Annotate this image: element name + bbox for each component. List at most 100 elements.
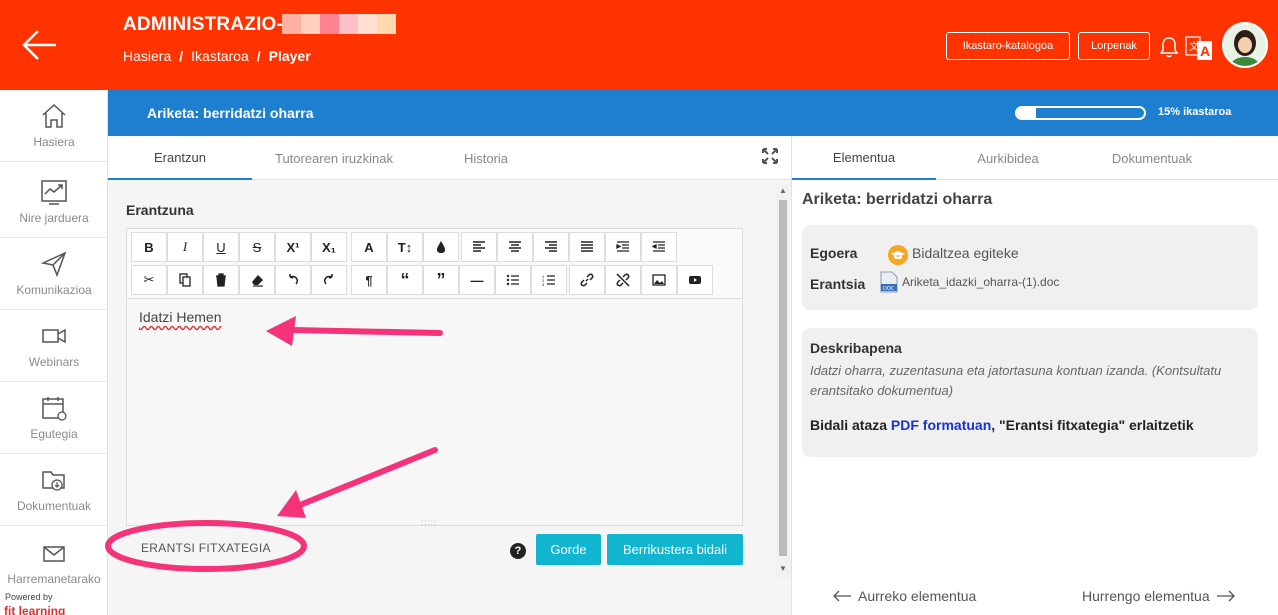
align-center-button[interactable] — [497, 232, 533, 262]
answer-panel: Erantzun Tutorearen iruzkinak Historia E… — [108, 136, 791, 615]
redacted-block — [377, 14, 396, 34]
description-text: Idatzi oharra, zuzentasuna eta jatortasu… — [810, 363, 1222, 398]
sidebar-item-calendar[interactable]: Egutegia — [0, 382, 108, 454]
bullet-list-button[interactable] — [495, 265, 531, 295]
delete-button[interactable] — [203, 265, 239, 295]
save-button[interactable]: Gorde — [536, 534, 601, 565]
scrollbar[interactable]: ▲ ▼ — [776, 184, 790, 578]
numbered-list-button[interactable]: 123 — [531, 265, 567, 295]
element-tabs: Elementua Aurkibidea Dokumentuak — [792, 136, 1278, 180]
exercise-title: Ariketa: berridatzi oharra — [147, 105, 314, 121]
tab-answer[interactable]: Erantzun — [108, 136, 252, 180]
folder-icon — [42, 471, 65, 491]
link-button[interactable] — [569, 265, 605, 295]
link-icon — [580, 273, 594, 287]
blockquote-button[interactable]: “ — [387, 265, 423, 295]
superscript-button[interactable]: X¹ — [275, 232, 311, 262]
bullet-list-icon — [506, 274, 519, 286]
tab-element[interactable]: Elementua — [792, 136, 936, 180]
tab-tutor-comments[interactable]: Tutorearen iruzkinak — [252, 136, 416, 180]
highlight-button[interactable] — [423, 232, 459, 262]
bell-icon[interactable] — [1159, 36, 1179, 58]
sidebar-item-activity[interactable]: Nire jarduera — [0, 166, 108, 238]
send-icon — [40, 251, 67, 278]
scroll-thumb[interactable] — [779, 200, 787, 556]
bold-button[interactable]: B — [131, 232, 167, 262]
help-icon[interactable]: ? — [510, 543, 526, 559]
strikethrough-button[interactable]: S — [239, 232, 275, 262]
scroll-down-icon[interactable]: ▼ — [779, 564, 787, 573]
align-left-icon — [473, 241, 485, 252]
graduation-cap-icon — [888, 245, 908, 265]
font-color-button[interactable]: A — [351, 232, 387, 262]
redacted-block — [320, 14, 339, 34]
cut-button[interactable]: ✂ — [131, 265, 167, 295]
top-header: ADMINISTRAZIO- Hasiera / Ikastaroa / Pla… — [0, 0, 1278, 90]
resize-handle[interactable]: ::::: — [421, 518, 437, 527]
cap-glyph-icon — [891, 251, 905, 260]
quote-close-button[interactable]: ” — [423, 265, 459, 295]
expand-icon[interactable] — [762, 148, 778, 164]
subscript-button[interactable]: X₁ — [311, 232, 347, 262]
svg-text:A: A — [1200, 43, 1210, 59]
redacted-block — [358, 14, 377, 34]
next-element-button[interactable]: Hurrengo elementua — [1082, 588, 1236, 604]
outdent-icon — [652, 241, 665, 252]
course-progress-bar — [1015, 106, 1146, 120]
attachment-file-link[interactable]: Ariketa_idazki_oharra-(1).doc — [902, 275, 1059, 289]
editor-content[interactable]: Idatzi Hemen — [139, 309, 221, 325]
horizontal-rule-button[interactable]: — — [459, 265, 495, 295]
image-button[interactable] — [641, 265, 677, 295]
status-value: Bidaltzea egiteke — [912, 245, 1019, 261]
tab-history[interactable]: Historia — [416, 136, 556, 180]
italic-button[interactable]: I — [167, 232, 203, 262]
unlink-button[interactable] — [605, 265, 641, 295]
answer-tabs: Erantzun Tutorearen iruzkinak Historia — [108, 136, 791, 180]
description-card: Deskribapena Idatzi oharra, zuzentasuna … — [802, 328, 1258, 457]
sidebar-item-documents[interactable]: Dokumentuak — [0, 454, 108, 526]
indent-icon — [616, 241, 629, 252]
instruction-prefix: Bidali ataza — [810, 417, 891, 433]
copy-button[interactable] — [167, 265, 203, 295]
breadcrumb-course[interactable]: Ikastaroa — [191, 48, 249, 64]
breadcrumb-home[interactable]: Hasiera — [123, 48, 171, 64]
doc-file-icon: DOC — [880, 271, 898, 293]
status-label: Egoera — [810, 245, 858, 261]
indent-button[interactable] — [605, 232, 641, 262]
attach-file-button[interactable]: ERANTSI FITXATEGIA — [141, 541, 271, 555]
scroll-up-icon[interactable]: ▲ — [779, 186, 787, 195]
undo-button[interactable] — [275, 265, 311, 295]
clear-format-button[interactable] — [239, 265, 275, 295]
align-left-button[interactable] — [461, 232, 497, 262]
submit-for-review-button[interactable]: Berrikustera bidali — [607, 534, 743, 565]
user-avatar[interactable] — [1222, 22, 1268, 68]
outdent-button[interactable] — [641, 232, 677, 262]
achievements-button[interactable]: Lorpenak — [1078, 32, 1150, 60]
sidebar-item-label: Hasiera — [33, 135, 75, 149]
sidebar-item-communication[interactable]: Komunikazioa — [0, 238, 108, 310]
redacted-block — [339, 14, 358, 34]
activity-icon — [41, 180, 67, 205]
attachment-label: Erantsia — [810, 276, 866, 292]
sidebar-item-contact[interactable]: Harremanetarako — [0, 526, 108, 598]
course-catalog-button[interactable]: Ikastaro-katalogoa — [946, 32, 1070, 60]
paragraph-button[interactable]: ¶ — [351, 265, 387, 295]
previous-element-label: Aurreko elementua — [858, 588, 977, 604]
droplet-icon — [437, 241, 445, 253]
video-embed-button[interactable] — [677, 265, 713, 295]
align-right-button[interactable] — [533, 232, 569, 262]
font-size-button[interactable]: T↕ — [387, 232, 423, 262]
language-icon[interactable]: 文 A — [1185, 32, 1213, 62]
back-arrow-icon[interactable] — [20, 28, 58, 62]
pdf-format-link[interactable]: PDF formatuan — [891, 417, 991, 433]
sidebar-item-webinars[interactable]: Webinars — [0, 310, 108, 382]
redo-button[interactable] — [311, 265, 347, 295]
tab-index[interactable]: Aurkibidea — [936, 136, 1080, 180]
tab-documents[interactable]: Dokumentuak — [1080, 136, 1224, 180]
underline-button[interactable]: U — [203, 232, 239, 262]
status-card: Egoera Bidaltzea egiteke Erantsia DOC Ar… — [802, 225, 1258, 310]
sidebar-item-home[interactable]: Hasiera — [0, 90, 108, 162]
submission-instructions: Bidali ataza PDF formatuan, "Erantsi fit… — [810, 417, 1194, 433]
previous-element-button[interactable]: Aurreko elementua — [832, 588, 976, 604]
align-justify-button[interactable] — [569, 232, 605, 262]
